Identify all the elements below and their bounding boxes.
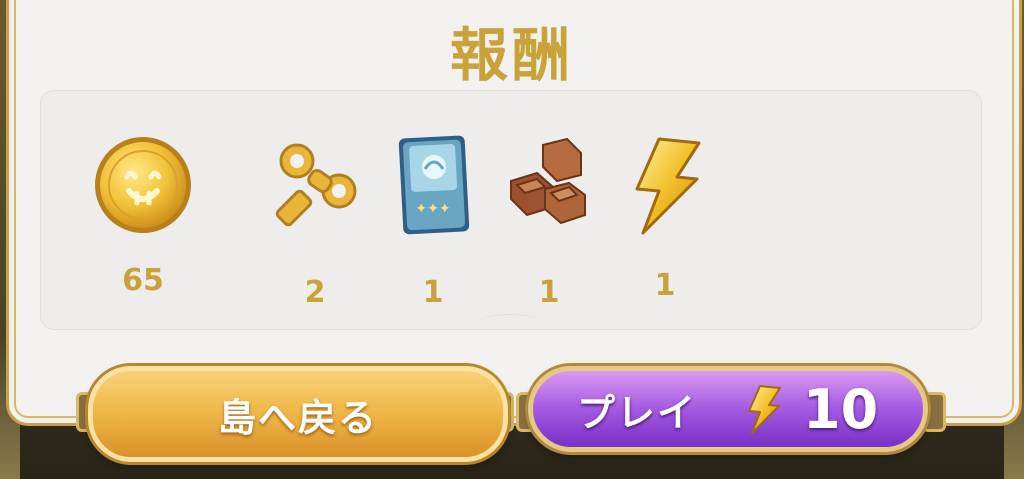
reward-item-key: 2: [260, 130, 370, 330]
reward-title: 報酬: [449, 21, 574, 89]
reward-qty: 1: [538, 275, 560, 310]
gold-coin-icon: [88, 130, 198, 240]
wind-up-key-icon: [260, 130, 370, 240]
back-button-label: 島へ戻る: [217, 395, 378, 440]
back-to-island-button[interactable]: 島へ戻る: [88, 366, 508, 462]
play-button[interactable]: プレイ 10: [528, 366, 928, 452]
reward-qty: 1: [654, 268, 676, 303]
reward-qty: 1: [422, 275, 444, 310]
play-cost: 10: [803, 377, 879, 441]
card-pack-icon: ✦✦✦: [378, 130, 488, 240]
reward-item-blocks: 1: [494, 130, 604, 330]
brown-blocks-icon: [494, 130, 604, 240]
play-button-label: プレイ: [577, 390, 698, 435]
reward-item-card-pack: ✦✦✦ 1: [378, 130, 488, 330]
svg-text:✦✦✦: ✦✦✦: [415, 201, 450, 217]
reward-item-energy: 1: [610, 130, 720, 330]
reward-item-coin: 65: [88, 130, 198, 330]
reward-qty: 2: [304, 275, 326, 310]
lightning-bolt-icon: [737, 377, 789, 441]
reward-qty: 65: [122, 263, 164, 298]
lightning-bolt-icon: [610, 130, 720, 240]
